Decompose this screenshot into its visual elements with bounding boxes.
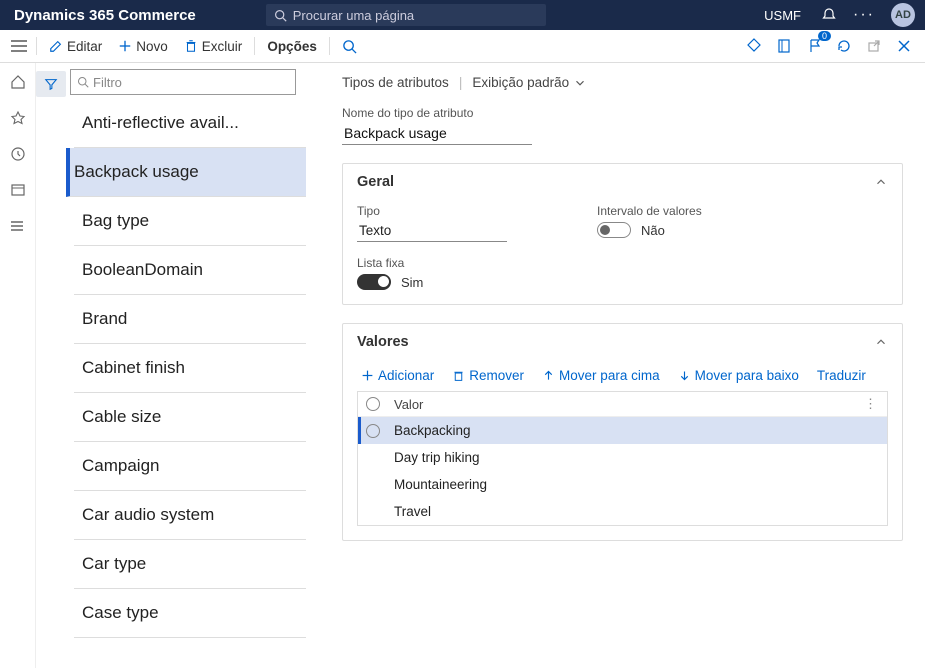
detail-panel: Tipos de atributos | Exibição padrão Nom…	[320, 63, 925, 668]
chevron-up-icon	[874, 174, 888, 190]
list-item[interactable]: Anti-reflective avail...	[74, 99, 306, 148]
translate-button[interactable]: Traduzir	[817, 368, 866, 383]
badge-icon[interactable]: 0	[799, 34, 829, 58]
options-menu[interactable]: Opções	[259, 35, 325, 58]
fixed-list-value: Sim	[401, 275, 423, 290]
remove-button[interactable]: Remover	[452, 368, 524, 383]
trash-icon	[184, 39, 198, 53]
refresh-icon[interactable]	[829, 34, 859, 58]
list-item[interactable]: Campaign	[74, 442, 306, 491]
list-item[interactable]: Backpack usage	[66, 148, 306, 197]
command-bar: Editar Novo Excluir Opções 0	[0, 30, 925, 63]
select-all-radio[interactable]	[366, 397, 380, 411]
search-icon	[77, 76, 89, 88]
left-rail	[0, 63, 36, 668]
more-icon[interactable]: ···	[853, 6, 875, 24]
delete-button[interactable]: Excluir	[176, 35, 251, 58]
app-brand: Dynamics 365 Commerce	[10, 7, 196, 24]
values-grid-header: Valor ⋮	[358, 392, 887, 417]
value-cell: Mountaineering	[394, 477, 487, 492]
notifications-icon[interactable]	[821, 7, 837, 23]
arrow-down-icon	[678, 369, 691, 382]
attach-icon[interactable]	[739, 34, 769, 58]
badge-count: 0	[818, 31, 831, 41]
section-values-header[interactable]: Valores	[343, 324, 902, 360]
value-cell: Travel	[394, 504, 431, 519]
search-icon	[342, 39, 357, 54]
value-cell: Day trip hiking	[394, 450, 480, 465]
more-icon[interactable]: ⋮	[864, 396, 879, 412]
range-label: Intervalo de valores	[597, 204, 777, 218]
plus-icon	[118, 39, 132, 53]
range-toggle[interactable]	[597, 222, 631, 238]
list-item[interactable]: BooleanDomain	[74, 246, 306, 295]
home-icon[interactable]	[10, 73, 26, 91]
edit-icon	[49, 39, 63, 53]
fixed-list-label: Lista fixa	[357, 256, 537, 270]
section-general: Geral Tipo Texto Lista fixa Sim Interval…	[342, 163, 903, 305]
plus-icon	[361, 369, 374, 382]
value-row[interactable]: Travel	[358, 498, 887, 525]
row-radio[interactable]	[366, 424, 380, 438]
section-values: Valores Adicionar Remover Mover para cim…	[342, 323, 903, 541]
view-selector[interactable]: Exibição padrão	[472, 75, 587, 90]
value-row[interactable]: Backpacking	[358, 417, 887, 444]
modules-icon[interactable]	[10, 217, 26, 235]
list-item[interactable]: Cable size	[74, 393, 306, 442]
search-icon	[274, 9, 287, 22]
legal-entity-selector[interactable]: USMF	[764, 8, 801, 23]
list-item[interactable]: Case type	[74, 589, 306, 638]
type-field[interactable]: Texto	[357, 220, 507, 242]
user-avatar[interactable]: AD	[891, 3, 915, 27]
close-icon[interactable]	[889, 34, 919, 58]
move-up-button[interactable]: Mover para cima	[542, 368, 660, 383]
popout-icon[interactable]	[859, 34, 889, 58]
values-grid: Valor ⋮ Backpacking Day trip hiking Mounta…	[357, 391, 888, 526]
breadcrumb: Tipos de atributos	[342, 75, 449, 90]
find-button[interactable]	[334, 35, 369, 58]
trash-icon	[452, 369, 465, 382]
search-placeholder: Procurar uma página	[293, 8, 414, 23]
top-navigation-bar: Dynamics 365 Commerce Procurar uma págin…	[0, 0, 925, 30]
fixed-list-toggle[interactable]	[357, 274, 391, 290]
value-cell: Backpacking	[394, 423, 471, 438]
chevron-up-icon	[874, 334, 888, 350]
list-panel: Filtro Anti-reflective avail...Backpack …	[36, 63, 320, 668]
office-icon[interactable]	[769, 34, 799, 58]
global-search-box[interactable]: Procurar uma página	[266, 4, 546, 26]
arrow-up-icon	[542, 369, 555, 382]
move-down-button[interactable]: Mover para baixo	[678, 368, 799, 383]
add-button[interactable]: Adicionar	[361, 368, 434, 383]
section-general-header[interactable]: Geral	[343, 164, 902, 200]
filter-placeholder: Filtro	[93, 75, 122, 90]
list-filter-input[interactable]: Filtro	[70, 69, 296, 95]
list-item[interactable]: Car audio system	[74, 491, 306, 540]
workspaces-icon[interactable]	[10, 181, 26, 199]
value-row[interactable]: Day trip hiking	[358, 444, 887, 471]
column-header-value[interactable]: Valor	[394, 397, 423, 412]
list-item[interactable]: Brand	[74, 295, 306, 344]
list-item[interactable]: Cabinet finish	[74, 344, 306, 393]
list-item[interactable]: Bag type	[74, 197, 306, 246]
edit-button[interactable]: Editar	[41, 35, 110, 58]
chevron-down-icon	[573, 76, 587, 90]
filter-toggle-icon[interactable]	[36, 71, 66, 97]
value-row[interactable]: Mountaineering	[358, 471, 887, 498]
new-button[interactable]: Novo	[110, 35, 176, 58]
name-field[interactable]: Backpack usage	[342, 122, 532, 145]
type-label: Tipo	[357, 204, 537, 218]
name-label: Nome do tipo de atributo	[342, 106, 903, 120]
favorites-icon[interactable]	[10, 109, 26, 127]
recent-icon[interactable]	[10, 145, 26, 163]
nav-hamburger-icon[interactable]	[6, 37, 32, 55]
list-item[interactable]: Car type	[74, 540, 306, 589]
range-value: Não	[641, 223, 665, 238]
